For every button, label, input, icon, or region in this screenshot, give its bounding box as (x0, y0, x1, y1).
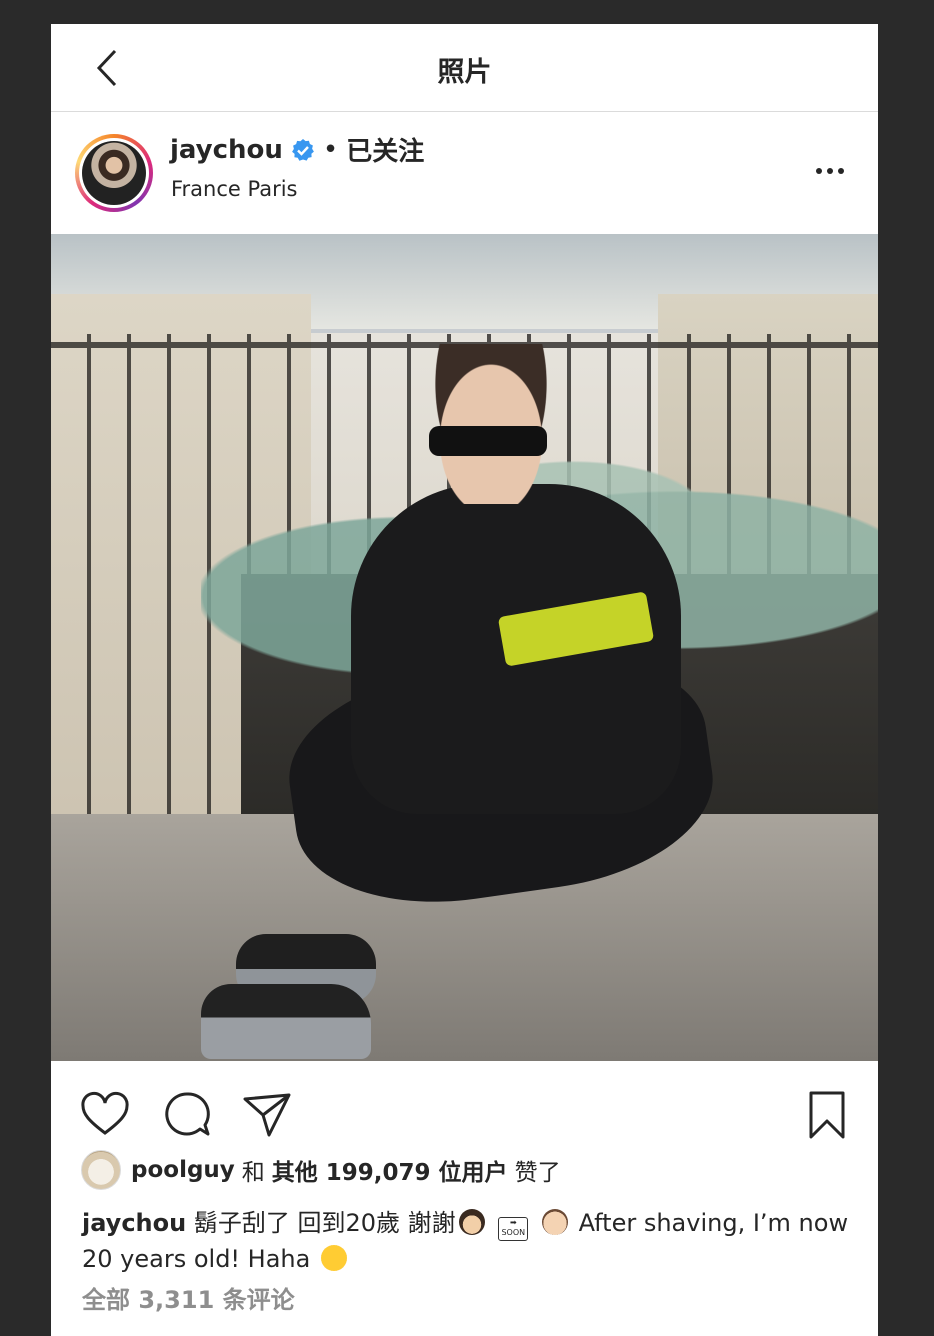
comment-icon[interactable] (161, 1089, 213, 1141)
photo-person-head (426, 344, 556, 504)
more-dot-icon (827, 168, 833, 174)
post-header: jaychou • 已关注 France Paris (51, 112, 878, 233)
more-options-button[interactable] (810, 158, 850, 184)
post-detail-frame: 照片 jaychou • 已关注 France Paris poolguy 和 … (51, 24, 878, 1336)
caption-text-cn: 鬍子刮了 回到20歲 謝謝 (193, 1209, 456, 1237)
face-emoji-icon (541, 1209, 568, 1235)
heart-icon[interactable] (79, 1089, 131, 1141)
more-dot-icon (816, 168, 822, 174)
likes-suffix: 赞了 (514, 1160, 561, 1186)
share-icon[interactable] (241, 1089, 293, 1141)
post-username[interactable]: jaychou (170, 135, 283, 165)
more-dot-icon (838, 168, 844, 174)
caption: jaychou 鬍子刮了 回到20歲 謝謝 ➡ SOON After shavin… (82, 1205, 852, 1277)
avatar-border (79, 138, 149, 208)
likes-count-link[interactable]: 其他 199,079 位用户 (272, 1153, 508, 1187)
liker-avatar[interactable] (81, 1150, 121, 1190)
action-bar (51, 1061, 878, 1151)
soon-arrow-emoji-icon: ➡ SOON (498, 1217, 529, 1241)
post-photo[interactable] (51, 234, 878, 1061)
avatar[interactable] (75, 134, 153, 212)
bookmark-icon[interactable] (801, 1089, 853, 1141)
photo-sunglasses (429, 426, 547, 456)
soon-label: SOON (501, 1228, 526, 1237)
top-bar: 照片 (51, 24, 878, 112)
page-title: 照片 (437, 57, 492, 88)
likes-line: poolguy 和 其他 199,079 位用户 赞了 (81, 1150, 568, 1190)
likes-connector: 和 (241, 1160, 265, 1186)
post-user-line: jaychou • 已关注 (170, 131, 424, 168)
avatar-photo (82, 141, 146, 205)
verified-badge-icon (292, 138, 314, 161)
following-button[interactable]: 已关注 (346, 131, 424, 168)
liker-username[interactable]: poolguy (131, 1157, 235, 1183)
photo-shoe (201, 984, 371, 1059)
bearded-face-emoji-icon (458, 1209, 485, 1235)
location-link[interactable]: France Paris (171, 177, 298, 201)
separator-dot: • (322, 134, 339, 165)
caption-username[interactable]: jaychou (82, 1209, 186, 1237)
view-all-comments-link[interactable]: 全部 3,311 条评论 (82, 1280, 295, 1315)
laughing-emoji-icon (321, 1245, 347, 1271)
